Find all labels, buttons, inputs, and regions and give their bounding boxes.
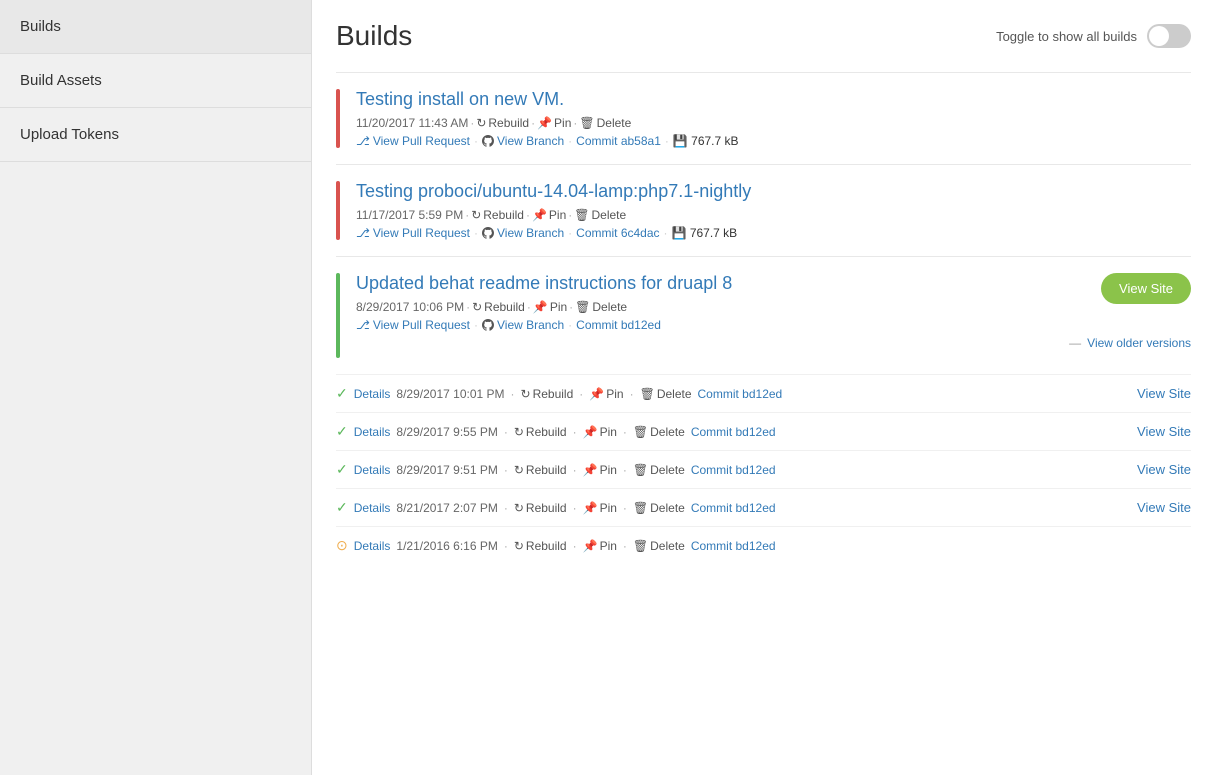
history-date-4: 1/21/2016 6:16 PM <box>396 539 497 553</box>
delete-button-2[interactable]: 🗑 Delete <box>574 208 626 222</box>
history-details-0[interactable]: Details <box>354 387 391 401</box>
history-pin-3[interactable]: 📌 Pin <box>583 501 617 515</box>
main-content: Builds Toggle to show all builds Testing… <box>312 0 1215 775</box>
history-view-site-2[interactable]: View Site <box>1137 462 1191 477</box>
rebuild-button-1[interactable]: ↻ Rebuild <box>476 116 529 130</box>
history-date-3: 8/21/2017 2:07 PM <box>396 501 497 515</box>
history-row-3: ✓ Details 8/21/2017 2:07 PM · ↻ Rebuild … <box>336 488 1191 526</box>
history-delete-3[interactable]: 🗑 Delete <box>633 501 685 515</box>
history-date-2: 8/29/2017 9:51 PM <box>396 463 497 477</box>
pin-button-3[interactable]: 📌 Pin <box>533 300 567 314</box>
history-rebuild-0[interactable]: ↻ Rebuild <box>521 387 574 401</box>
pin-button-2[interactable]: 📌 Pin <box>532 208 566 222</box>
history-date-0: 8/29/2017 10:01 PM <box>396 387 504 401</box>
status-check-3: ✓ <box>336 499 348 516</box>
build-title-1[interactable]: Testing install on new VM. <box>356 89 1191 110</box>
history-delete-4[interactable]: 🗑 Delete <box>633 539 685 553</box>
build-status-border-3 <box>336 273 340 358</box>
history-pin-0[interactable]: 📌 Pin <box>589 387 623 401</box>
history-rebuild-4[interactable]: ↻ Rebuild <box>514 539 567 553</box>
history-list: ✓ Details 8/29/2017 10:01 PM · ↻ Rebuild… <box>336 374 1191 564</box>
view-pull-request-3[interactable]: ⎇ View Pull Request <box>356 318 470 332</box>
delete-button-3[interactable]: 🗑 Delete <box>575 300 627 314</box>
history-details-1[interactable]: Details <box>354 425 391 439</box>
build-meta-3: 8/29/2017 10:06 PM · ↻ Rebuild · 📌 Pin ·… <box>356 300 732 314</box>
build-date-1: 11/20/2017 11:43 AM <box>356 116 468 130</box>
build-links-2: ⎇ View Pull Request · View Branch · Comm… <box>356 226 1191 240</box>
sidebar-item-build-assets[interactable]: Build Assets <box>0 54 311 108</box>
rebuild-button-3[interactable]: ↻ Rebuild <box>472 300 525 314</box>
sidebar: Builds Build Assets Upload Tokens <box>0 0 312 775</box>
view-branch-1[interactable]: View Branch <box>482 134 564 148</box>
delete-button-1[interactable]: 🗑 Delete <box>579 116 631 130</box>
older-versions-row: — View older versions <box>356 332 1191 358</box>
history-details-4[interactable]: Details <box>354 539 391 553</box>
build-status-border-1 <box>336 89 340 148</box>
history-view-site-0[interactable]: View Site <box>1137 386 1191 401</box>
toggle-label: Toggle to show all builds <box>996 29 1137 44</box>
history-view-site-3[interactable]: View Site <box>1137 500 1191 515</box>
build-title-3[interactable]: Updated behat readme instructions for dr… <box>356 273 732 294</box>
view-branch-3[interactable]: View Branch <box>482 318 564 332</box>
history-pin-1[interactable]: 📌 Pin <box>583 425 617 439</box>
view-older-versions-link[interactable]: View older versions <box>1087 336 1191 350</box>
build-date-2: 11/17/2017 5:59 PM <box>356 208 463 222</box>
history-details-2[interactable]: Details <box>354 463 391 477</box>
build-card-content-1: Testing install on new VM. 11/20/2017 11… <box>356 89 1191 148</box>
history-date-1: 8/29/2017 9:55 PM <box>396 425 497 439</box>
main-header: Builds Toggle to show all builds <box>336 20 1191 52</box>
history-delete-0[interactable]: 🗑 Delete <box>640 387 692 401</box>
status-check-2: ✓ <box>336 461 348 478</box>
rebuild-button-2[interactable]: ↻ Rebuild <box>471 208 524 222</box>
view-pull-request-1[interactable]: ⎇ View Pull Request <box>356 134 470 148</box>
view-site-button-3[interactable]: View Site <box>1101 273 1191 304</box>
history-commit-2[interactable]: Commit bd12ed <box>691 463 776 477</box>
status-clock-4: ⊙ <box>336 537 348 554</box>
build-meta-1: 11/20/2017 11:43 AM · ↻ Rebuild · 📌 Pin … <box>356 116 1191 130</box>
commit-link-3[interactable]: Commit bd12ed <box>576 318 661 332</box>
history-row-2: ✓ Details 8/29/2017 9:51 PM · ↻ Rebuild … <box>336 450 1191 488</box>
page-title: Builds <box>336 20 412 52</box>
view-branch-2[interactable]: View Branch <box>482 226 564 240</box>
history-delete-2[interactable]: 🗑 Delete <box>633 463 685 477</box>
history-row-1: ✓ Details 8/29/2017 9:55 PM · ↻ Rebuild … <box>336 412 1191 450</box>
sidebar-item-builds[interactable]: Builds <box>0 0 311 54</box>
history-commit-4[interactable]: Commit bd12ed <box>691 539 776 553</box>
build-card-content-2: Testing proboci/ubuntu-14.04-lamp:php7.1… <box>356 181 1191 240</box>
history-pin-4[interactable]: 📌 Pin <box>583 539 617 553</box>
history-delete-1[interactable]: 🗑 Delete <box>633 425 685 439</box>
history-pin-2[interactable]: 📌 Pin <box>583 463 617 477</box>
commit-link-2[interactable]: Commit 6c4dac <box>576 226 659 240</box>
view-pull-request-2[interactable]: ⎇ View Pull Request <box>356 226 470 240</box>
history-commit-1[interactable]: Commit bd12ed <box>691 425 776 439</box>
toggle-area: Toggle to show all builds <box>996 24 1191 48</box>
build-status-border-2 <box>336 181 340 240</box>
build-links-3: ⎇ View Pull Request · View Branch · Comm… <box>356 318 732 332</box>
pin-button-1[interactable]: 📌 Pin <box>537 116 571 130</box>
history-row-4: ⊙ Details 1/21/2016 6:16 PM · ↻ Rebuild … <box>336 526 1191 564</box>
history-rebuild-1[interactable]: ↻ Rebuild <box>514 425 567 439</box>
history-view-site-1[interactable]: View Site <box>1137 424 1191 439</box>
status-check-1: ✓ <box>336 423 348 440</box>
history-commit-3[interactable]: Commit bd12ed <box>691 501 776 515</box>
sidebar-item-upload-tokens[interactable]: Upload Tokens <box>0 108 311 162</box>
build-date-3: 8/29/2017 10:06 PM <box>356 300 464 314</box>
history-details-3[interactable]: Details <box>354 501 391 515</box>
show-all-builds-toggle[interactable] <box>1147 24 1191 48</box>
history-commit-0[interactable]: Commit bd12ed <box>698 387 783 401</box>
build-card-2: Testing proboci/ubuntu-14.04-lamp:php7.1… <box>336 164 1191 256</box>
build-title-2[interactable]: Testing proboci/ubuntu-14.04-lamp:php7.1… <box>356 181 1191 202</box>
build-links-1: ⎇ View Pull Request · View Branch · Comm… <box>356 134 1191 148</box>
build-card-3: Updated behat readme instructions for dr… <box>336 256 1191 374</box>
build-card-1: Testing install on new VM. 11/20/2017 11… <box>336 72 1191 164</box>
status-check-0: ✓ <box>336 385 348 402</box>
history-rebuild-2[interactable]: ↻ Rebuild <box>514 463 567 477</box>
history-rebuild-3[interactable]: ↻ Rebuild <box>514 501 567 515</box>
build-card-content-3: Updated behat readme instructions for dr… <box>356 273 1191 358</box>
build-meta-2: 11/17/2017 5:59 PM · ↻ Rebuild · 📌 Pin ·… <box>356 208 1191 222</box>
commit-link-1[interactable]: Commit ab58a1 <box>576 134 661 148</box>
history-row-0: ✓ Details 8/29/2017 10:01 PM · ↻ Rebuild… <box>336 374 1191 412</box>
